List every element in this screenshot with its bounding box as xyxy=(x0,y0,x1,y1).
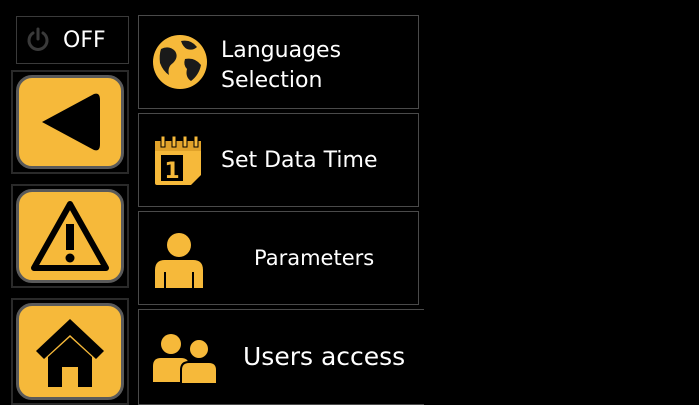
calendar-icon: 1 xyxy=(155,135,201,185)
languages-line2: Selection xyxy=(221,68,323,93)
warning-button[interactable] xyxy=(11,184,129,288)
parameters-label: Parameters xyxy=(254,246,375,270)
home-icon xyxy=(36,318,104,387)
users-icon xyxy=(153,334,218,384)
power-label: OFF xyxy=(63,27,106,53)
globe-icon xyxy=(153,35,207,89)
power-icon xyxy=(27,27,49,51)
menu-item-set-date-time[interactable]: 1 Set Data Time xyxy=(138,113,419,207)
calendar-day: 1 xyxy=(164,159,179,184)
power-off-button[interactable]: OFF xyxy=(16,16,129,64)
user-icon xyxy=(155,233,203,288)
menu-item-users-access[interactable]: Users access xyxy=(138,309,424,405)
set-date-time-label: Set Data Time xyxy=(221,148,378,173)
languages-line1: Languages xyxy=(221,38,342,63)
warning-icon xyxy=(31,201,109,271)
menu-item-languages[interactable]: Languages Selection xyxy=(138,15,419,109)
home-button[interactable] xyxy=(11,298,129,405)
menu-item-parameters[interactable]: Parameters xyxy=(138,211,419,305)
triangle-left-icon xyxy=(42,93,100,151)
back-button[interactable] xyxy=(11,70,129,174)
users-access-label: Users access xyxy=(243,342,406,371)
